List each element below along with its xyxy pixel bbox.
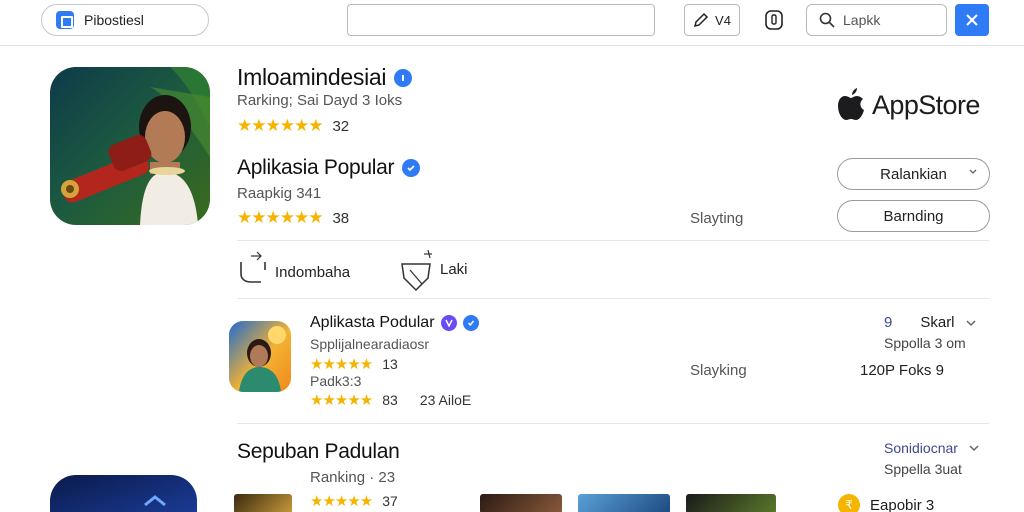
rating-stars: ★★★★★★ <box>237 116 323 135</box>
section-footer[interactable]: ₹ Eapobir 3 <box>838 494 934 512</box>
primary-dropdown-button[interactable]: Ralankian <box>837 158 990 190</box>
verified-badge-icon <box>394 68 413 87</box>
store-name: AppStore <box>872 89 980 120</box>
close-icon <box>966 14 978 26</box>
top-bar: Pibostiesl V4 Lapkk <box>0 0 1024 46</box>
secondary-button[interactable]: Barnding <box>837 200 990 232</box>
section-dropdown[interactable]: Sonidiocnar <box>884 440 980 456</box>
chevron-down-icon <box>969 445 979 452</box>
rating-count: 37 <box>382 493 398 509</box>
rating-stars: ★★★★★★ <box>237 208 323 227</box>
list-item-title[interactable]: Aplikasta Podular <box>310 314 435 332</box>
search-placeholder: Lapkk <box>843 12 881 28</box>
section-title: Sepuban Padulan <box>237 440 400 463</box>
close-button[interactable] <box>955 4 989 36</box>
rating-count: 32 <box>332 117 350 135</box>
section-dropdown-label: Sonidiocnar <box>884 440 958 456</box>
tool-label: V4 <box>715 12 731 28</box>
section-ranking: Ranking · 23 <box>310 469 396 486</box>
list-item-title-row: Aplikasta Podular <box>310 314 479 332</box>
pencil-icon <box>694 12 709 28</box>
section-right-sub: Sppella 3uat <box>884 461 962 477</box>
list-count: 9 <box>884 314 893 331</box>
shield-outline-icon <box>240 251 266 283</box>
search-icon <box>819 12 835 28</box>
action-label: Laki <box>440 260 468 278</box>
list-size: 120P Foks 9 <box>860 362 944 379</box>
list-status-label: Slayking <box>690 362 747 379</box>
list-item-subtitle: Spplijalnearadiaosr <box>310 336 430 352</box>
status-label: Slayting <box>690 210 744 227</box>
rating-stars: ★★★★★ <box>310 392 373 409</box>
shield-edit-icon <box>401 249 432 292</box>
edit-tool-button[interactable]: V4 <box>684 4 740 36</box>
chevron-down-icon <box>969 169 977 174</box>
app-title: Imloamindesiai <box>237 64 387 90</box>
screenshot-thumbnail[interactable] <box>234 494 292 512</box>
chevron-down-icon <box>966 319 976 326</box>
section-app-icon[interactable] <box>50 475 197 512</box>
list-item-rating-secondary: ★★★★★ 83 23 AiloE <box>310 391 471 409</box>
app-tab-icon <box>56 11 74 29</box>
secondary-button-label: Barnding <box>883 207 944 225</box>
shield-button[interactable] <box>760 6 788 34</box>
address-bar[interactable] <box>347 4 655 36</box>
apple-logo-icon <box>838 88 864 120</box>
rating-stars: ★★★★★ <box>310 493 373 510</box>
purple-badge-icon <box>440 315 457 331</box>
action-label: Indombaha <box>275 263 351 281</box>
divider <box>237 423 989 424</box>
hero-title-row: Imloamindesiai <box>237 64 413 91</box>
hero-app-icon[interactable] <box>50 67 210 225</box>
rating-stars: ★★★★★ <box>310 356 373 373</box>
browser-tab[interactable]: Pibostiesl <box>41 4 209 36</box>
section-footer-label: Eapobir 3 <box>870 496 935 512</box>
rating-value: 13 <box>382 356 398 372</box>
popular-title-row: Aplikasia Popular <box>237 156 421 180</box>
screenshot-thumbnail[interactable] <box>480 494 562 512</box>
primary-button-label: Ralankian <box>880 165 947 183</box>
divider <box>237 298 989 299</box>
action-indombaha[interactable]: Indombaha <box>237 250 350 284</box>
list-app-icon[interactable] <box>229 321 291 392</box>
popular-rating: ★★★★★★ 38 <box>237 208 349 228</box>
appstore-brand: AppStore <box>836 88 980 122</box>
screenshot-thumbnail[interactable] <box>686 494 776 512</box>
verified-badge-icon <box>462 315 479 331</box>
list-dropdown[interactable]: 9 Skarl <box>884 314 977 331</box>
tab-label: Pibostiesl <box>84 12 144 28</box>
coin-icon: ₹ <box>838 494 860 512</box>
screenshot-thumbnail[interactable] <box>578 494 670 512</box>
rating-value: 83 <box>382 392 398 408</box>
list-item-rating: ★★★★★ 13 <box>310 355 398 373</box>
list-item-extra: 23 AiloE <box>419 392 472 408</box>
rating-count: 38 <box>332 209 350 227</box>
app-ranking: Rarking; Sai Dayd 3 Ioks <box>237 92 403 109</box>
divider <box>237 240 989 241</box>
action-laki[interactable]: Laki <box>400 248 468 292</box>
app-rating: ★★★★★★ 32 <box>237 116 349 136</box>
list-right-sub: Sppolla 3 om <box>884 335 966 351</box>
popular-title: Aplikasia Popular <box>237 156 395 179</box>
shield-icon <box>765 10 783 30</box>
verified-badge-icon <box>402 159 421 177</box>
popular-ranking: Raapkig 341 <box>237 185 322 202</box>
list-item-rank: Padk3:3 <box>310 373 362 389</box>
section-rating: ★★★★★ 37 <box>310 492 398 510</box>
list-dropdown-label: Skarl <box>920 314 955 331</box>
search-field[interactable]: Lapkk <box>806 4 947 36</box>
